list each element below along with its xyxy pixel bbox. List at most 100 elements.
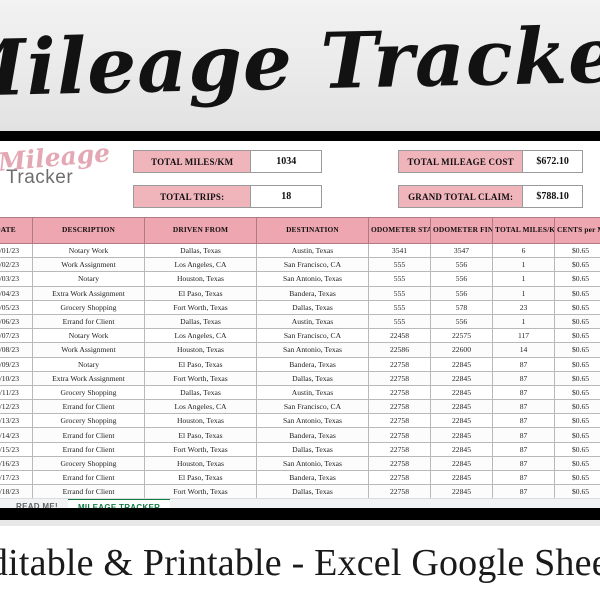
cell-driven-from[interactable]: El Paso, Texas bbox=[144, 427, 257, 443]
cell-driven-from[interactable]: El Paso, Texas bbox=[144, 285, 257, 301]
cell-odometer-start[interactable]: 555 bbox=[368, 299, 431, 315]
cell-odometer-finish[interactable]: 22845 bbox=[430, 427, 493, 443]
cell-odometer-start[interactable]: 22758 bbox=[368, 384, 431, 401]
cell-cents-per-mile[interactable]: $0.65 bbox=[554, 455, 600, 472]
column-header-total-miles[interactable]: TOTAL MILES/KM bbox=[492, 217, 555, 244]
cell-cents-per-mile[interactable]: $0.65 bbox=[554, 370, 600, 386]
table-row[interactable]: 01/14/23Errand for ClientEl Paso, TexasB… bbox=[0, 427, 600, 443]
cell-cents-per-mile[interactable]: $0.65 bbox=[554, 484, 600, 500]
cell-cents-per-mile[interactable]: $0.65 bbox=[554, 399, 600, 415]
table-row[interactable]: 01/08/23Work AssignmentHouston, TexasSan… bbox=[0, 342, 600, 358]
cell-driven-from[interactable]: Houston, Texas bbox=[144, 271, 257, 287]
cell-odometer-start[interactable]: 22758 bbox=[368, 427, 431, 443]
cell-total-miles[interactable]: 1 bbox=[492, 271, 555, 287]
cell-total-miles[interactable]: 87 bbox=[492, 427, 555, 443]
cell-destination[interactable]: San Antonio, Texas bbox=[256, 413, 369, 429]
cell-total-miles[interactable]: 87 bbox=[492, 484, 555, 500]
cell-odometer-finish[interactable]: 22845 bbox=[430, 399, 493, 415]
table-row[interactable]: 01/03/23NotaryHouston, TexasSan Antonio,… bbox=[0, 271, 600, 287]
table-row[interactable]: 01/13/23Grocery ShoppingHouston, TexasSa… bbox=[0, 413, 600, 429]
cell-odometer-finish[interactable]: 556 bbox=[430, 271, 493, 287]
table-row[interactable]: 01/07/23Notary WorkLos Angeles, CASan Fr… bbox=[0, 328, 600, 344]
cell-odometer-start[interactable]: 22758 bbox=[368, 356, 431, 372]
cell-driven-from[interactable]: El Paso, Texas bbox=[144, 469, 257, 486]
cell-cents-per-mile[interactable]: $0.65 bbox=[554, 427, 600, 443]
cell-destination[interactable]: Austin, Texas bbox=[256, 242, 369, 259]
kpi-total-mileage-cost-value[interactable]: $672.10 bbox=[523, 151, 582, 172]
cell-date[interactable]: 01/01/23 bbox=[0, 242, 33, 259]
cell-total-miles[interactable]: 87 bbox=[492, 413, 555, 429]
cell-destination[interactable]: Bandera, Texas bbox=[256, 356, 369, 372]
cell-odometer-start[interactable]: 22758 bbox=[368, 441, 431, 457]
cell-description[interactable]: Extra Work Assignment bbox=[32, 285, 145, 301]
cell-destination[interactable]: Dallas, Texas bbox=[256, 370, 369, 386]
column-header-destination[interactable]: DESTINATION bbox=[256, 217, 369, 244]
cell-odometer-finish[interactable]: 22575 bbox=[430, 328, 493, 344]
cell-destination[interactable]: Bandera, Texas bbox=[256, 469, 369, 486]
table-row[interactable]: 01/11/23Grocery ShoppingDallas, TexasAus… bbox=[0, 384, 600, 401]
cell-date[interactable]: 01/15/23 bbox=[0, 441, 33, 457]
cell-odometer-finish[interactable]: 22845 bbox=[430, 370, 493, 386]
cell-odometer-start[interactable]: 22586 bbox=[368, 342, 431, 358]
cell-date[interactable]: 01/16/23 bbox=[0, 455, 33, 472]
kpi-total-trips-value[interactable]: 18 bbox=[251, 186, 321, 207]
cell-description[interactable]: Errand for Client bbox=[32, 427, 145, 443]
cell-odometer-finish[interactable]: 22845 bbox=[430, 441, 493, 457]
cell-odometer-start[interactable]: 555 bbox=[368, 257, 431, 273]
cell-description[interactable]: Notary bbox=[32, 271, 145, 287]
cell-total-miles[interactable]: 87 bbox=[492, 384, 555, 401]
cell-destination[interactable]: Dallas, Texas bbox=[256, 441, 369, 457]
cell-cents-per-mile[interactable]: $0.65 bbox=[554, 342, 600, 358]
table-row[interactable]: 01/01/23Notary WorkDallas, TexasAustin, … bbox=[0, 242, 600, 259]
cell-description[interactable]: Errand for Client bbox=[32, 469, 145, 486]
cell-driven-from[interactable]: Dallas, Texas bbox=[144, 384, 257, 401]
cell-date[interactable]: 01/05/23 bbox=[0, 299, 33, 315]
column-header-cents-per-mile[interactable]: CENTS per Mile bbox=[554, 217, 600, 244]
cell-date[interactable]: 01/13/23 bbox=[0, 413, 33, 429]
table-row[interactable]: 01/18/23Errand for ClientFort Worth, Tex… bbox=[0, 484, 600, 500]
cell-total-miles[interactable]: 87 bbox=[492, 356, 555, 372]
cell-odometer-start[interactable]: 555 bbox=[368, 271, 431, 287]
table-row[interactable]: 01/17/23Errand for ClientEl Paso, TexasB… bbox=[0, 469, 600, 486]
cell-odometer-start[interactable]: 22758 bbox=[368, 469, 431, 486]
cell-odometer-finish[interactable]: 578 bbox=[430, 299, 493, 315]
cell-odometer-finish[interactable]: 3547 bbox=[430, 242, 493, 259]
cell-odometer-finish[interactable]: 22845 bbox=[430, 384, 493, 401]
table-row[interactable]: 01/05/23Grocery ShoppingFort Worth, Texa… bbox=[0, 299, 600, 315]
column-header-description[interactable]: DESCRIPTION bbox=[32, 217, 145, 244]
cell-date[interactable]: 01/11/23 bbox=[0, 384, 33, 401]
cell-odometer-start[interactable]: 22758 bbox=[368, 370, 431, 386]
cell-destination[interactable]: Bandera, Texas bbox=[256, 427, 369, 443]
cell-cents-per-mile[interactable]: $0.65 bbox=[554, 257, 600, 273]
cell-odometer-finish[interactable]: 22845 bbox=[430, 455, 493, 472]
cell-driven-from[interactable]: Los Angeles, CA bbox=[144, 257, 257, 273]
cell-destination[interactable]: Dallas, Texas bbox=[256, 299, 369, 315]
cell-total-miles[interactable]: 1 bbox=[492, 257, 555, 273]
column-header-odometer-finish[interactable]: ODOMETER FINISH bbox=[430, 217, 493, 244]
cell-description[interactable]: Work Assignment bbox=[32, 257, 145, 273]
cell-odometer-finish[interactable]: 22845 bbox=[430, 469, 493, 486]
cell-odometer-start[interactable]: 3541 bbox=[368, 242, 431, 259]
cell-total-miles[interactable]: 87 bbox=[492, 399, 555, 415]
cell-total-miles[interactable]: 87 bbox=[492, 370, 555, 386]
cell-odometer-start[interactable]: 22758 bbox=[368, 413, 431, 429]
cell-odometer-finish[interactable]: 556 bbox=[430, 285, 493, 301]
cell-description[interactable]: Grocery Shopping bbox=[32, 413, 145, 429]
column-header-odometer-start[interactable]: ODOMETER START bbox=[368, 217, 431, 244]
cell-odometer-finish[interactable]: 22600 bbox=[430, 342, 493, 358]
cell-date[interactable]: 01/03/23 bbox=[0, 271, 33, 287]
cell-total-miles[interactable]: 14 bbox=[492, 342, 555, 358]
cell-description[interactable]: Grocery Shopping bbox=[32, 455, 145, 472]
table-row[interactable]: 01/09/23NotaryEl Paso, TexasBandera, Tex… bbox=[0, 356, 600, 372]
cell-driven-from[interactable]: Dallas, Texas bbox=[144, 313, 257, 330]
table-row[interactable]: 01/15/23Errand for ClientFort Worth, Tex… bbox=[0, 441, 600, 457]
cell-cents-per-mile[interactable]: $0.65 bbox=[554, 313, 600, 330]
cell-odometer-start[interactable]: 555 bbox=[368, 313, 431, 330]
cell-description[interactable]: Notary Work bbox=[32, 242, 145, 259]
column-header-date[interactable]: DATE bbox=[0, 217, 33, 244]
table-row[interactable]: 01/02/23Work AssignmentLos Angeles, CASa… bbox=[0, 257, 600, 273]
cell-destination[interactable]: San Francisco, CA bbox=[256, 328, 369, 344]
cell-driven-from[interactable]: Houston, Texas bbox=[144, 413, 257, 429]
cell-cents-per-mile[interactable]: $0.65 bbox=[554, 299, 600, 315]
cell-description[interactable]: Errand for Client bbox=[32, 399, 145, 415]
